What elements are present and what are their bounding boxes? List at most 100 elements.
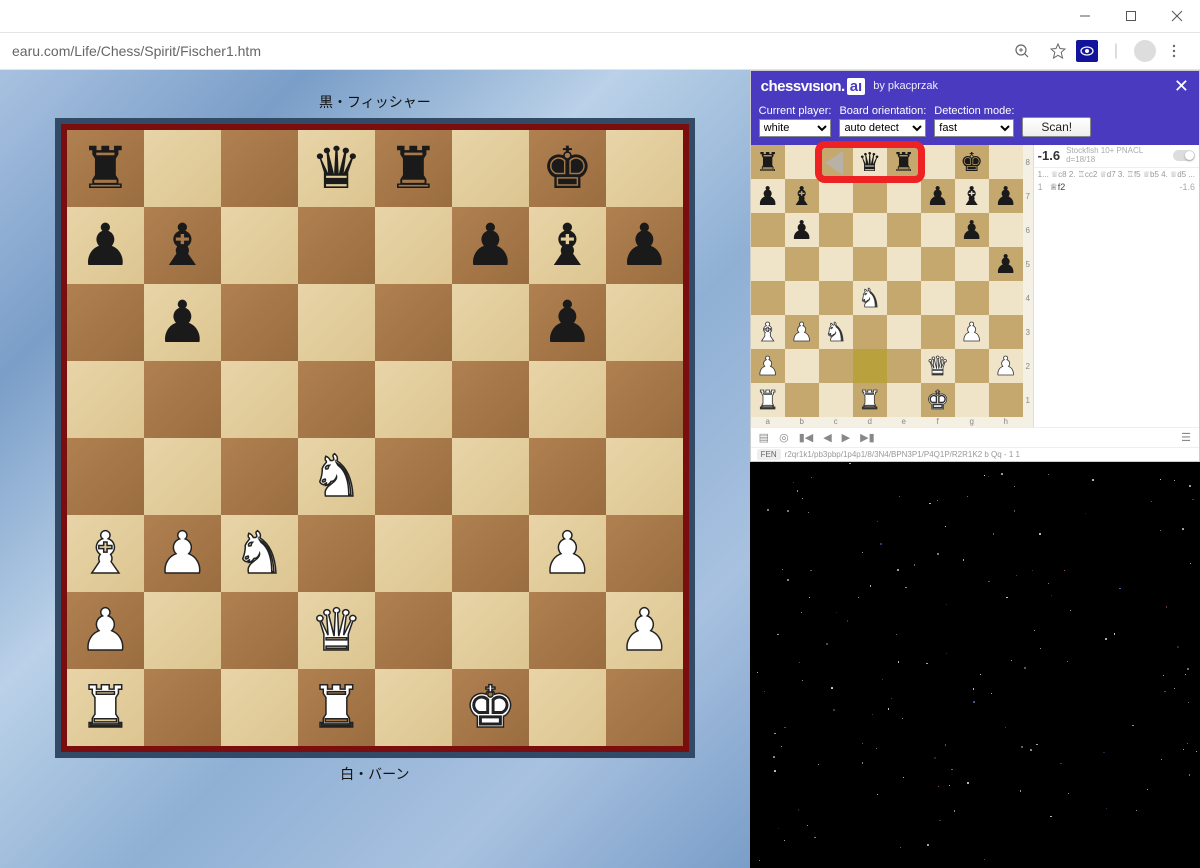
white-n: ♞ (310, 448, 362, 506)
square-b3[interactable]: ♟ (785, 315, 819, 349)
square-c3[interactable]: ♞ (819, 315, 853, 349)
menu-lines-icon[interactable]: ☰ (1181, 431, 1191, 444)
square-d3[interactable] (853, 315, 887, 349)
square-c2[interactable] (819, 349, 853, 383)
square-d4[interactable]: ♞ (853, 281, 887, 315)
square-e6[interactable] (887, 213, 921, 247)
maximize-button[interactable] (1108, 0, 1154, 32)
url-text[interactable]: earu.com/Life/Chess/Spirit/Fischer1.htm (8, 43, 1004, 59)
mini-chessboard[interactable]: ♜♛♜♚8♟♝♟♝♟7♟♟6♟5♞4♝♟♞♟3♟♛♟2♜♜♚1 (751, 145, 1033, 417)
square-a8[interactable]: ♜ (751, 145, 785, 179)
black-r: ♜ (79, 140, 131, 198)
player-select[interactable]: white (759, 119, 832, 137)
square-g2[interactable] (955, 349, 989, 383)
engine-toggle[interactable] (1173, 150, 1195, 161)
square-c6[interactable] (819, 213, 853, 247)
square-f2 (452, 592, 529, 669)
square-d3 (298, 515, 375, 592)
square-g3[interactable]: ♟ (955, 315, 989, 349)
square-g5[interactable] (955, 247, 989, 281)
square-b1[interactable] (785, 383, 819, 417)
square-h4[interactable] (989, 281, 1023, 315)
fen-row[interactable]: FENr2qr1k1/pb3pbp/1p4p1/8/3N4/BPN3P1/P4Q… (751, 447, 1199, 461)
square-e7[interactable] (887, 179, 921, 213)
profile-avatar[interactable] (1134, 40, 1156, 62)
square-e3[interactable] (887, 315, 921, 349)
square-a3[interactable]: ♝ (751, 315, 785, 349)
menu-icon[interactable] (1164, 41, 1184, 61)
square-b5[interactable] (785, 247, 819, 281)
square-e5[interactable] (887, 247, 921, 281)
book-icon[interactable]: ▤ (759, 431, 769, 444)
page-content: 黒・フィッシャー ♜♛♜♚♟♝♟♝♟♟♟♞♝♟♞♟♟♛♟♜♜♚ 白・バーン (0, 70, 750, 868)
close-button[interactable] (1154, 0, 1200, 32)
square-a2[interactable]: ♟ (751, 349, 785, 383)
square-b4[interactable] (785, 281, 819, 315)
square-g4[interactable] (955, 281, 989, 315)
square-b4 (144, 438, 221, 515)
mode-select[interactable]: fast (934, 119, 1014, 137)
square-h7[interactable]: ♟ (989, 179, 1023, 213)
last-icon[interactable]: ▶▮ (860, 431, 875, 444)
square-d5[interactable] (853, 247, 887, 281)
square-f4[interactable] (921, 281, 955, 315)
square-f6[interactable] (921, 213, 955, 247)
square-f8[interactable] (921, 145, 955, 179)
square-g6[interactable]: ♟ (955, 213, 989, 247)
square-f1[interactable]: ♚ (921, 383, 955, 417)
square-h8[interactable] (989, 145, 1023, 179)
square-a4[interactable] (751, 281, 785, 315)
square-b2 (144, 592, 221, 669)
move-row[interactable]: 1♕f2-1.6 (1034, 181, 1199, 194)
square-a5[interactable] (751, 247, 785, 281)
black-q: ♛ (310, 140, 362, 198)
target-icon[interactable]: ◎ (779, 431, 789, 444)
square-h8 (606, 130, 683, 207)
star-icon[interactable] (1048, 41, 1068, 61)
mini-board-container: ♜♛♜♚8♟♝♟♝♟7♟♟6♟5♞4♝♟♞♟3♟♛♟2♜♜♚1 abcdefgh (751, 145, 1033, 427)
square-b8[interactable] (785, 145, 819, 179)
square-b6[interactable]: ♟ (785, 213, 819, 247)
square-a1[interactable]: ♜ (751, 383, 785, 417)
square-e8[interactable]: ♜ (887, 145, 921, 179)
square-e4[interactable] (887, 281, 921, 315)
square-d7[interactable] (853, 179, 887, 213)
square-c7[interactable] (819, 179, 853, 213)
white-p: ♟ (960, 319, 983, 345)
square-e2[interactable] (887, 349, 921, 383)
square-h1[interactable] (989, 383, 1023, 417)
square-c4[interactable] (819, 281, 853, 315)
square-g7[interactable]: ♝ (955, 179, 989, 213)
next-icon[interactable]: ▶ (842, 431, 850, 444)
square-f5[interactable] (921, 247, 955, 281)
zoom-icon[interactable] (1012, 41, 1032, 61)
orient-select[interactable]: auto detect (839, 119, 926, 137)
extension-badge[interactable] (1076, 40, 1098, 62)
square-d2[interactable] (853, 349, 887, 383)
square-c5[interactable] (819, 247, 853, 281)
first-icon[interactable]: ▮◀ (799, 431, 814, 444)
square-h6[interactable] (989, 213, 1023, 247)
square-h3[interactable] (989, 315, 1023, 349)
panel-close-icon[interactable]: ✕ (1174, 76, 1189, 97)
square-h5[interactable]: ♟ (989, 247, 1023, 281)
square-a6[interactable] (751, 213, 785, 247)
square-d1[interactable]: ♜ (853, 383, 887, 417)
square-c1[interactable] (819, 383, 853, 417)
square-e1[interactable] (887, 383, 921, 417)
square-b7[interactable]: ♝ (785, 179, 819, 213)
square-a7[interactable]: ♟ (751, 179, 785, 213)
square-d6[interactable] (853, 213, 887, 247)
scan-button[interactable]: Scan! (1022, 117, 1091, 137)
square-g1[interactable] (955, 383, 989, 417)
black-b: ♝ (790, 183, 813, 209)
prev-icon[interactable]: ◀ (823, 431, 831, 444)
square-d8[interactable]: ♛ (853, 145, 887, 179)
square-h2[interactable]: ♟ (989, 349, 1023, 383)
square-g8[interactable]: ♚ (955, 145, 989, 179)
square-f2[interactable]: ♛ (921, 349, 955, 383)
minimize-button[interactable] (1062, 0, 1108, 32)
square-b2[interactable] (785, 349, 819, 383)
square-f3[interactable] (921, 315, 955, 349)
square-f7[interactable]: ♟ (921, 179, 955, 213)
